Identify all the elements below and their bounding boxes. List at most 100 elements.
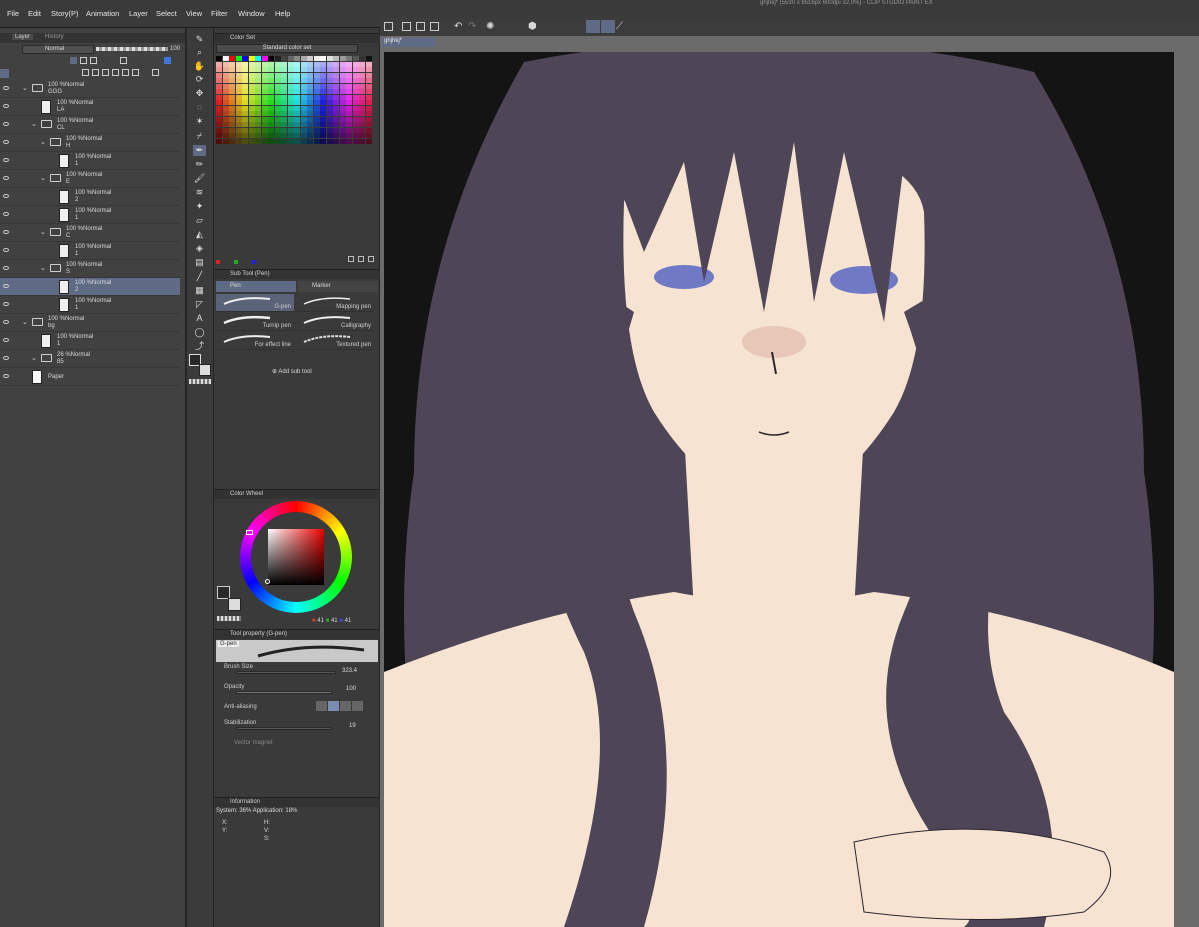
palette-swatch[interactable]	[235, 78, 242, 83]
layer-row[interactable]: ⌄ 100 %Normal bg	[0, 314, 180, 332]
palette-swatch[interactable]	[274, 89, 281, 94]
layer-row[interactable]: ⌄ 100 %Normal E	[0, 170, 180, 188]
palette-swatch[interactable]	[339, 78, 346, 83]
snap-ruler-icon[interactable]	[586, 20, 600, 33]
palette-swatch[interactable]	[222, 72, 229, 78]
new-layer-icon[interactable]	[82, 69, 89, 76]
panel-menu-icon[interactable]	[0, 69, 9, 78]
palette-swatch[interactable]	[294, 56, 300, 61]
palette-swatch[interactable]	[255, 67, 261, 72]
palette-swatch[interactable]	[281, 100, 287, 105]
palette-swatch[interactable]	[248, 100, 255, 105]
palette-swatch[interactable]	[352, 133, 359, 138]
mask-icon[interactable]	[132, 69, 139, 76]
layer-color-icon[interactable]	[164, 57, 171, 64]
palette-swatch[interactable]	[365, 83, 372, 89]
lock-icon[interactable]	[70, 57, 77, 64]
palette-swatch[interactable]	[313, 94, 320, 100]
palette-swatch[interactable]	[333, 56, 339, 61]
information-tab[interactable]: Information	[230, 799, 260, 805]
palette-swatch[interactable]	[216, 89, 222, 94]
palette-swatch[interactable]	[255, 83, 261, 89]
palette-swatch[interactable]	[339, 94, 346, 100]
palette-swatch[interactable]	[268, 138, 274, 144]
figure-icon[interactable]: ╱	[193, 271, 206, 282]
palette-swatch[interactable]	[235, 89, 242, 94]
palette-swatch[interactable]	[359, 56, 365, 61]
palette-swatch[interactable]	[222, 89, 229, 94]
palette-swatch[interactable]	[326, 83, 333, 89]
palette-swatch[interactable]	[281, 89, 287, 94]
palette-swatch[interactable]	[333, 122, 339, 127]
palette-swatch[interactable]	[255, 72, 261, 78]
palette-swatch[interactable]	[333, 78, 339, 83]
palette-swatch[interactable]	[294, 78, 300, 83]
palette-swatch[interactable]	[300, 105, 307, 111]
palette-swatch[interactable]	[248, 138, 255, 144]
palette-swatch[interactable]	[235, 56, 242, 61]
palette-swatch[interactable]	[365, 61, 372, 67]
hand-icon[interactable]: ✋	[193, 61, 206, 72]
aa-medium-icon[interactable]	[340, 701, 351, 711]
palette-swatch[interactable]	[294, 61, 300, 67]
palette-swatch[interactable]	[235, 100, 242, 105]
menu-story[interactable]: Story(P)	[51, 9, 79, 18]
palette-swatch[interactable]	[326, 105, 333, 111]
artwork-canvas[interactable]	[384, 52, 1174, 927]
palette-swatch[interactable]	[268, 111, 274, 116]
palette-swatch[interactable]	[313, 72, 320, 78]
palette-swatch[interactable]	[365, 67, 372, 72]
palette-swatch[interactable]	[261, 78, 268, 83]
expand-chevron-icon[interactable]: ⌄	[40, 228, 46, 236]
palette-swatch[interactable]	[229, 83, 235, 89]
palette-swatch[interactable]	[326, 116, 333, 122]
palette-swatch[interactable]	[248, 83, 255, 89]
palette-swatch[interactable]	[248, 133, 255, 138]
palette-swatch[interactable]	[274, 127, 281, 133]
palette-swatch[interactable]	[248, 67, 255, 72]
palette-swatch[interactable]	[229, 100, 235, 105]
new-folder-icon[interactable]	[102, 69, 109, 76]
snap-special-icon[interactable]: ⟋	[616, 21, 623, 32]
palette-swatch[interactable]	[242, 127, 248, 133]
palette-swatch[interactable]	[229, 138, 235, 144]
palette-swatch[interactable]	[242, 138, 248, 144]
palette-swatch[interactable]	[268, 122, 274, 127]
palette-swatch[interactable]	[294, 67, 300, 72]
palette-swatch[interactable]	[326, 122, 333, 127]
palette-swatch[interactable]	[307, 56, 313, 61]
visibility-eye-icon[interactable]	[3, 86, 9, 90]
palette-swatch[interactable]	[320, 72, 326, 78]
palette-swatch[interactable]	[346, 138, 352, 144]
palette-swatch[interactable]	[222, 61, 229, 67]
palette-swatch[interactable]	[339, 111, 346, 116]
palette-swatch[interactable]	[339, 138, 346, 144]
palette-swatch[interactable]	[339, 72, 346, 78]
layer-row[interactable]: ⌄ 26 %Normal 85	[0, 350, 180, 368]
palette-swatch[interactable]	[248, 105, 255, 111]
palette-swatch[interactable]	[274, 138, 281, 144]
color-cursor[interactable]	[265, 579, 270, 584]
layer-opacity-slider[interactable]	[96, 47, 168, 51]
palette-swatch[interactable]	[281, 122, 287, 127]
palette-swatch[interactable]	[352, 61, 359, 67]
pen-icon[interactable]: ✎	[193, 34, 206, 45]
palette-swatch[interactable]	[248, 61, 255, 67]
palette-swatch[interactable]	[229, 67, 235, 72]
palette-swatch[interactable]	[333, 89, 339, 94]
open-icon[interactable]	[416, 22, 425, 31]
palette-swatch[interactable]	[287, 133, 294, 138]
layer-row[interactable]: 100 %Normal 1	[0, 152, 180, 170]
stabilization-slider[interactable]	[236, 727, 332, 730]
palette-swatch[interactable]	[287, 89, 294, 94]
palette-swatch[interactable]	[235, 138, 242, 144]
layer-opacity-value[interactable]: 100	[170, 46, 180, 52]
save-icon[interactable]	[430, 22, 439, 31]
palette-swatch[interactable]	[281, 72, 287, 78]
palette-swatch[interactable]	[216, 94, 222, 100]
palette-swatch[interactable]	[359, 78, 365, 83]
palette-swatch[interactable]	[287, 100, 294, 105]
palette-swatch[interactable]	[333, 83, 339, 89]
palette-swatch[interactable]	[268, 127, 274, 133]
palette-swatch[interactable]	[242, 78, 248, 83]
